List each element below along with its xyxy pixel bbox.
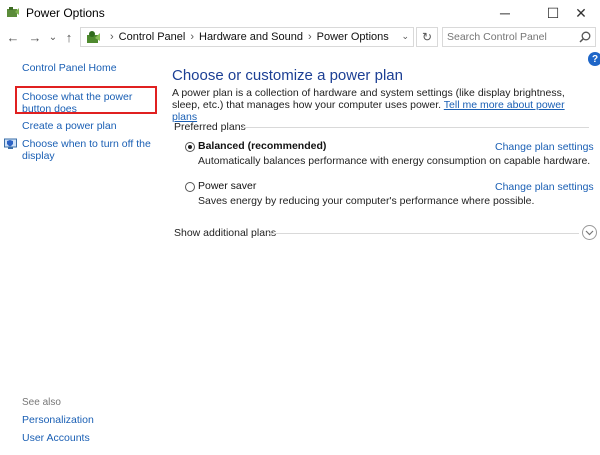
breadcrumb-control-panel[interactable]: Control Panel [119,31,186,43]
sidebar-item-personalization[interactable]: Personalization [22,414,94,426]
see-also-label: See also [22,397,61,408]
back-button[interactable]: ← [4,28,22,46]
show-additional-plans[interactable]: Show additional plans [174,227,276,239]
sidebar-item-create-plan[interactable]: Create a power plan [22,120,117,132]
breadcrumb-separator: › [307,31,312,43]
plan-power-saver-name[interactable]: Power saver [198,180,256,192]
page-title: Choose or customize a power plan [172,67,403,84]
address-dropdown-icon[interactable]: ⌄ [401,31,409,42]
refresh-button[interactable]: ↻ [416,27,438,47]
plan-power-saver-description: Saves energy by reducing your computer's… [198,195,535,207]
preferred-plans-label: Preferred plans [174,121,246,133]
window-title: Power Options [26,6,105,20]
search-icon[interactable] [578,30,592,44]
power-options-icon [7,7,19,17]
page-description: A power plan is a collection of hardware… [172,87,588,123]
plan-balanced-name[interactable]: Balanced (recommended) [198,140,326,152]
breadcrumb-separator: › [190,31,194,43]
control-panel-icon [87,31,100,43]
up-button[interactable]: ↑ [60,28,78,46]
address-bar[interactable]: › Control Panel › Hardware and Sound › Power … [80,27,414,47]
search-input[interactable] [447,29,575,45]
navigation-bar: ← → ⌄ ↑ › Control Panel › Hardware and Soun… [0,26,600,48]
section-divider [269,233,579,234]
breadcrumb-power-options[interactable]: Power Options [317,31,389,43]
change-plan-settings-power-saver-link[interactable]: Change plan settings [495,181,594,193]
minimize-button[interactable]: ─ [486,0,524,26]
sidebar-item-control-panel-home[interactable]: Control Panel Home [22,62,117,74]
plan-balanced-radio[interactable] [185,142,195,152]
plan-power-saver-radio[interactable] [185,182,195,192]
breadcrumb-separator: › [110,31,114,43]
title-bar: Power Options ─ ☐ ✕ [0,0,600,26]
sidebar-item-user-accounts[interactable]: User Accounts [22,432,90,444]
sidebar-item-power-button[interactable]: Choose what the power button does [22,91,156,115]
change-plan-settings-balanced-link[interactable]: Change plan settings [495,141,594,153]
sidebar-item-display-off[interactable]: Choose when to turn off the display [22,138,152,162]
forward-button[interactable]: → [26,28,44,46]
shield-icon [4,138,17,149]
chevron-down-icon [585,230,594,235]
section-divider [243,127,589,128]
plan-balanced-description: Automatically balances performance with … [198,155,591,167]
breadcrumb: › Control Panel › Hardware and Sound › Power … [105,31,389,43]
expand-button[interactable] [582,225,597,240]
close-button[interactable]: ✕ [562,0,600,26]
search-box[interactable] [442,27,596,47]
help-button[interactable]: ? [588,52,600,66]
breadcrumb-hardware-and-sound[interactable]: Hardware and Sound [199,31,303,43]
